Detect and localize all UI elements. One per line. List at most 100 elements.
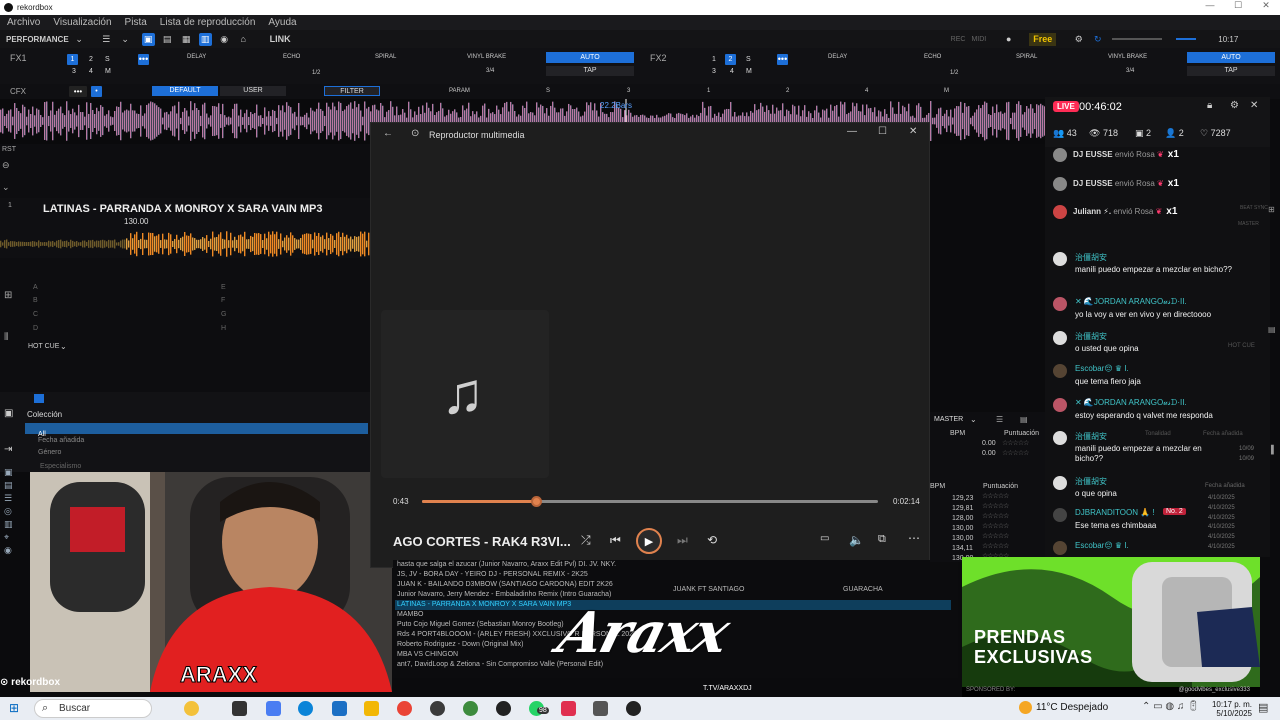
previous-icon[interactable]: ⏮ xyxy=(610,533,621,548)
taskbar-search[interactable]: ⌕ Buscar xyxy=(34,699,152,718)
side-scroll-stack[interactable]: ⊞ ▤ ▐ xyxy=(1268,150,1276,510)
mixer-icon[interactable]: ▥ xyxy=(198,32,212,46)
copilot-icon[interactable] xyxy=(266,701,281,716)
pad-h[interactable]: H xyxy=(221,325,226,332)
play-button[interactable]: ▶ xyxy=(636,528,662,554)
app-icon[interactable] xyxy=(496,701,511,716)
rating-stars[interactable]: ☆☆☆☆☆ xyxy=(1002,449,1029,457)
chrome-profile-icon[interactable] xyxy=(463,701,478,716)
fx1-more-icon[interactable]: ••• xyxy=(138,54,149,65)
fx2-s-button[interactable]: S xyxy=(746,56,751,63)
menu-visualizacion[interactable]: Visualización xyxy=(53,17,111,28)
collection-label[interactable]: Colección xyxy=(27,410,62,419)
repeat-icon[interactable]: ⟲ xyxy=(707,533,717,547)
table-row[interactable]: JS, JV - BORA DAY - YEIRO DJ - PERSONAL … xyxy=(397,570,588,580)
link-button[interactable]: LINK xyxy=(270,33,291,46)
cfx-default-button[interactable]: DEFAULT xyxy=(152,86,218,96)
shuffle-icon[interactable]: ⤮ xyxy=(581,533,591,548)
table-row[interactable]: Puto Cojo Miguel Gomez (Sebastian Monroy… xyxy=(397,620,564,630)
fx1-tap-button[interactable]: TAP xyxy=(546,66,634,76)
settings-app-icon[interactable] xyxy=(593,701,608,716)
table-row[interactable]: hasta que salga el azucar (Junior Navarr… xyxy=(397,560,616,570)
menu-lista-reproduccion[interactable]: Lista de reproducción xyxy=(160,17,256,28)
pad-e[interactable]: E xyxy=(221,284,226,291)
explorer-icon[interactable] xyxy=(364,701,379,716)
collapse-chevron-icon[interactable]: ⌄ xyxy=(2,182,10,193)
menu-archivo[interactable]: Archivo xyxy=(7,17,40,28)
cfx-user-button[interactable]: USER xyxy=(220,86,286,96)
fx1-deck4-button[interactable]: 4 xyxy=(89,68,93,75)
master-chevron-icon[interactable]: ⌄ xyxy=(970,415,977,424)
pads-icon[interactable]: ⦀ xyxy=(4,332,8,343)
browser-view-icon[interactable] xyxy=(34,394,44,403)
chrome-icon[interactable] xyxy=(397,701,412,716)
view-single-icon[interactable]: ▣ xyxy=(141,32,155,46)
back-arrow-icon[interactable]: ← xyxy=(383,128,393,139)
fx2-more-icon[interactable]: ••• xyxy=(777,54,788,65)
seek-bar[interactable] xyxy=(422,496,878,507)
import-icon[interactable]: ⇥ xyxy=(4,444,12,455)
cue-volume-slider[interactable] xyxy=(1176,38,1197,40)
pad-g[interactable]: G xyxy=(221,311,226,318)
fx2-deck3-button[interactable]: 3 xyxy=(712,68,716,75)
grid-icon[interactable]: ⊞ xyxy=(4,290,12,301)
pad-f[interactable]: F xyxy=(221,297,225,304)
notifications-icon[interactable]: ▤ xyxy=(1258,701,1268,714)
miniplayer-icon[interactable]: ⧉ xyxy=(878,533,886,546)
table-row[interactable]: MAMBO xyxy=(397,610,423,620)
fx1-deck2-button[interactable]: 2 xyxy=(89,56,93,63)
sync-icon[interactable]: ↻ xyxy=(1091,33,1104,46)
cfx-more-icon[interactable]: ••• xyxy=(69,86,87,97)
weather-text[interactable]: 11°C Despejado xyxy=(1036,702,1108,713)
collection-all-row[interactable]: All xyxy=(25,423,368,438)
cfx-toggle-icon[interactable]: • xyxy=(91,86,102,97)
pad-a[interactable]: A xyxy=(33,284,38,291)
fx1-effect2[interactable]: ECHO xyxy=(283,54,300,60)
maximize-button[interactable]: ☐ xyxy=(1224,0,1252,11)
detail-view-icon[interactable]: ▤ xyxy=(1020,415,1028,424)
fx1-deck3-button[interactable]: 3 xyxy=(72,68,76,75)
fx2-tap-button[interactable]: TAP xyxy=(1187,66,1275,76)
headphones-icon[interactable]: ● xyxy=(1002,33,1015,46)
fx1-effect3[interactable]: SPIRAL xyxy=(375,54,396,60)
table-row[interactable]: MBA VS CHINGON xyxy=(397,650,458,660)
fx1-beat2[interactable]: 3/4 xyxy=(486,68,494,74)
store-icon[interactable] xyxy=(332,701,347,716)
more-options-icon[interactable]: ⋯ xyxy=(908,531,920,545)
layout-chevron-icon[interactable]: ⌄ xyxy=(119,33,132,46)
table-row[interactable]: Roberto Rodriguez - Down (Original Mix) xyxy=(397,640,523,650)
fx2-m-button[interactable]: M xyxy=(746,68,752,75)
fx2-brake-select[interactable]: VINYL BRAKE xyxy=(1108,54,1147,60)
master-volume-slider[interactable] xyxy=(1112,38,1163,40)
copilot-sparkle-icon[interactable] xyxy=(184,701,199,716)
record-icon[interactable]: ◉ xyxy=(218,33,231,46)
fx2-beat2[interactable]: 3/4 xyxy=(1126,68,1134,74)
deck-mini-waveform[interactable] xyxy=(0,230,370,258)
pad-d[interactable]: D xyxy=(33,325,38,332)
player-maximize-button[interactable]: ☐ xyxy=(878,126,887,137)
next-icon[interactable]: ⏭ xyxy=(677,533,688,548)
tray-icons[interactable]: ⌃ ▭ ◍ ♫ 🔋︎ xyxy=(1142,701,1200,712)
close-button[interactable]: ✕ xyxy=(1252,0,1280,11)
fx1-brake-select[interactable]: VINYL BRAKE xyxy=(467,54,506,60)
player-close-button[interactable]: ✕ xyxy=(909,126,917,137)
view-grid-icon[interactable]: ▦ xyxy=(180,33,193,46)
hot-cue-chevron-icon[interactable]: ⌄ xyxy=(60,342,67,351)
rating-header-2[interactable]: Puntuación xyxy=(983,483,1018,490)
lock-icon[interactable]: 🔒︎ xyxy=(1207,100,1212,111)
collection-date-added[interactable]: Fecha añadida xyxy=(38,437,84,444)
layout-icon[interactable]: ☰ xyxy=(100,33,113,46)
player-minimize-button[interactable]: — xyxy=(847,126,857,137)
live-close-icon[interactable]: ✕ xyxy=(1250,100,1258,111)
windows-start-icon[interactable]: ⊞ xyxy=(9,701,19,715)
fx2-effect3[interactable]: SPIRAL xyxy=(1016,54,1037,60)
fx1-beat[interactable]: 1/2 xyxy=(312,70,320,76)
pad-c[interactable]: C xyxy=(33,311,38,318)
reset-button[interactable]: RST xyxy=(2,146,16,153)
subtitles-icon[interactable]: ▭ xyxy=(820,533,829,544)
rating-column[interactable]: ☆☆☆☆☆☆☆☆☆☆☆☆☆☆☆☆☆☆☆☆☆☆☆☆☆☆☆☆☆☆☆☆☆☆☆ xyxy=(982,492,1009,562)
rating-stars[interactable]: ☆☆☆☆☆ xyxy=(1002,439,1029,447)
fx2-effect2[interactable]: ECHO xyxy=(924,54,941,60)
fx2-auto-button[interactable]: AUTO xyxy=(1187,52,1275,63)
fx2-effect1[interactable]: DELAY xyxy=(828,54,847,60)
